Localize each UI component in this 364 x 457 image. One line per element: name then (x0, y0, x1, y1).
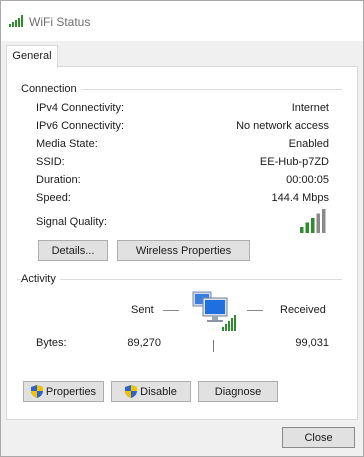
received-label: Received (280, 304, 326, 316)
close-button[interactable]: Close (282, 427, 355, 448)
signal-quality-label: Signal Quality: (36, 216, 107, 228)
wifi-status-window: WiFi Status General Connection IPv4 Conn… (0, 0, 364, 457)
activity-divider (17, 279, 342, 280)
tab-general[interactable]: General (6, 45, 58, 68)
signal-bar (300, 227, 304, 233)
signal-bar (305, 222, 309, 233)
network-computers-icon (192, 291, 236, 331)
ssid-label: SSID: (36, 156, 65, 168)
properties-button-label: Properties (45, 385, 97, 398)
speed-value: 144.4 Mbps (271, 192, 329, 204)
general-panel: Connection IPv4 Connectivity: Internet I… (6, 66, 358, 420)
signal-bar (316, 213, 320, 233)
signal-strength-icon (300, 209, 326, 233)
sent-label: Sent (131, 304, 154, 316)
uac-shield-icon (30, 385, 43, 398)
duration-label: Duration: (36, 174, 81, 186)
media-state-value: Enabled (288, 138, 329, 150)
ipv4-label: IPv4 Connectivity: (36, 102, 125, 114)
properties-button[interactable]: Properties (23, 381, 104, 402)
received-dash (247, 310, 263, 311)
details-button[interactable]: Details... (38, 240, 108, 261)
media-state-label: Media State: (36, 138, 98, 150)
ipv4-value: Internet (291, 102, 329, 114)
bytes-received-value: 99,031 (295, 337, 329, 349)
diagnose-button[interactable]: Diagnose (198, 381, 278, 402)
title-bar[interactable]: WiFi Status (1, 1, 363, 41)
window-title: WiFi Status (29, 15, 91, 29)
duration-value: 00:00:05 (286, 174, 329, 186)
disable-button-label: Disable (140, 385, 177, 398)
speed-label: Speed: (36, 192, 71, 204)
signal-bar (311, 218, 315, 233)
ssid-value: EE-Hub-p7ZD (259, 156, 329, 168)
bytes-separator (213, 340, 214, 352)
ipv6-value: No network access (236, 120, 329, 132)
uac-shield-icon (125, 385, 138, 398)
wireless-properties-button[interactable]: Wireless Properties (117, 240, 250, 261)
wifi-signal-icon (9, 15, 23, 27)
disable-button[interactable]: Disable (111, 381, 191, 402)
signal-bar (322, 209, 326, 233)
activity-heading: Activity (21, 273, 60, 285)
connection-heading: Connection (21, 83, 81, 95)
bytes-sent-value: 89,270 (127, 337, 161, 349)
sent-dash (163, 310, 179, 311)
bytes-label: Bytes: (36, 337, 67, 349)
ipv6-label: IPv6 Connectivity: (36, 120, 125, 132)
tab-strip: General (1, 41, 363, 68)
